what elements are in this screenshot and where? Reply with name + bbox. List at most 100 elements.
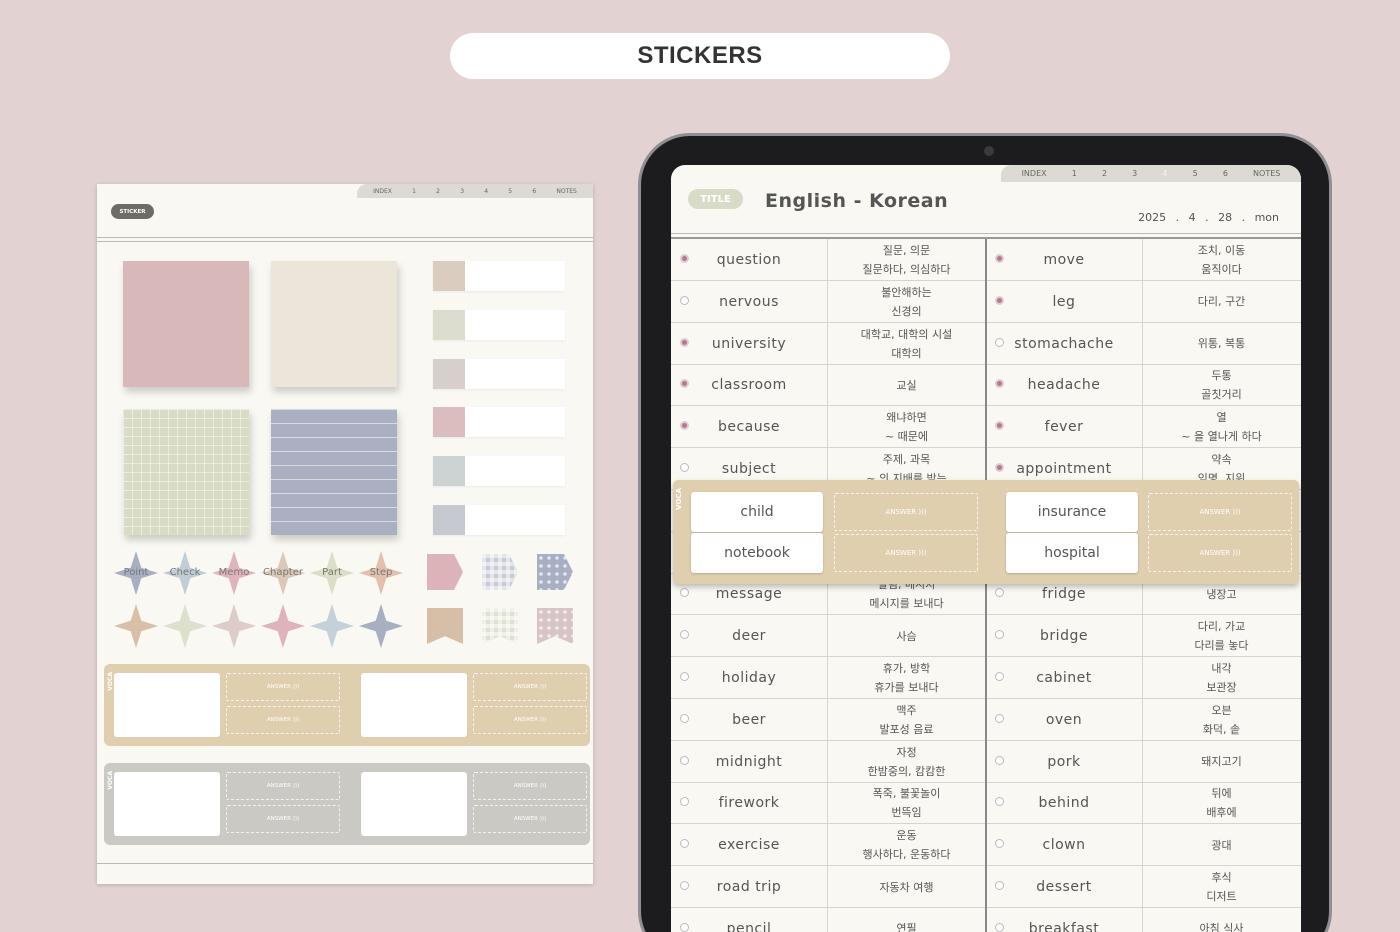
meaning-line: 메시지를 보내다 — [869, 597, 944, 611]
korean-meaning: 맥주 발포성 음료 — [827, 698, 985, 741]
voca-word-box[interactable]: insurance — [1006, 492, 1138, 532]
answer-slot[interactable]: ANSWER ))) — [226, 706, 340, 734]
bookmark-sticker[interactable] — [537, 608, 573, 644]
meaning-line: 위통, 복통 — [1197, 337, 1246, 351]
flag-tab[interactable] — [433, 261, 565, 291]
tab-5[interactable]: 5 — [1193, 169, 1198, 178]
meaning-line: 다리, 가교 — [1197, 620, 1246, 634]
tab-notes[interactable]: NOTES — [556, 188, 576, 195]
english-word: holiday — [721, 670, 777, 686]
english-word: firework — [718, 795, 780, 812]
meaning-line: 움직이다 — [1201, 263, 1242, 276]
korean-meaning: 뒤에 배후에 — [1142, 782, 1300, 825]
word-box[interactable] — [361, 772, 467, 836]
tab-1[interactable]: 1 — [1072, 169, 1077, 178]
answer-slot[interactable]: ANSWER ))) — [834, 493, 978, 531]
answer-slot[interactable]: ANSWER ))) — [473, 706, 587, 734]
flag-tab[interactable] — [433, 310, 565, 340]
voca-word-box[interactable]: child — [691, 492, 823, 532]
answer-label: ANSWER — [266, 684, 291, 690]
flag-tab[interactable] — [433, 359, 565, 389]
word-box[interactable] — [114, 772, 220, 836]
arrow-tag-sticker[interactable] — [537, 554, 573, 590]
tab-2[interactable]: 2 — [1102, 169, 1107, 178]
tab-index[interactable]: INDEX — [373, 188, 392, 195]
star-sticker[interactable] — [163, 604, 207, 648]
english-word: deer — [732, 628, 766, 645]
answer-slot[interactable]: ANSWER ))) — [1148, 493, 1292, 531]
voca-strip-grey[interactable]: VOCA ANSWER ))) ANSWER ))) ANSWER ))) AN… — [104, 763, 590, 845]
tab-6[interactable]: 6 — [532, 188, 536, 195]
tab-1[interactable]: 1 — [412, 188, 416, 195]
korean-meaning: 휴가, 방학 휴가를 보내다 — [827, 657, 985, 699]
meaning-line: 한밤중의, 캄캄한 — [867, 764, 946, 778]
tab-4[interactable]: 4 — [1162, 169, 1167, 178]
meaning-line: 행사하다, 운동하다 — [862, 848, 951, 862]
answer-slot[interactable]: ANSWER ))) — [473, 772, 587, 800]
bookmark-sticker[interactable] — [427, 608, 463, 644]
english-word: pork — [1047, 753, 1081, 770]
korean-meaning: 교실 — [827, 364, 985, 407]
tab-3[interactable]: 3 — [1132, 169, 1137, 178]
korean-meaning: 내각 보관장 — [1142, 657, 1300, 699]
voca-sticker-overlay[interactable]: VOCA child notebook ANSWER ))) ANSWER ))… — [673, 480, 1299, 584]
answer-slot[interactable]: ANSWER ))) — [1148, 534, 1292, 572]
meaning-line: 다리를 놓다 — [1194, 639, 1249, 653]
answer-slot[interactable]: ANSWER ))) — [226, 805, 340, 833]
tab-index[interactable]: INDEX — [1022, 169, 1047, 178]
korean-meaning: 두통 골칫거리 — [1142, 364, 1300, 407]
flag-tab[interactable] — [433, 407, 565, 437]
star-sticker[interactable] — [212, 604, 256, 648]
tab-2[interactable]: 2 — [436, 188, 440, 195]
meaning-line: 조치, 이동 — [1197, 244, 1246, 257]
sticker-sheet: INDEX 1 2 3 4 5 6 NOTES STICKER Point Ch… — [97, 184, 593, 884]
answer-slot[interactable]: ANSWER ))) — [226, 772, 340, 800]
meaning-line: 대학의 — [891, 346, 922, 360]
korean-meaning: 폭죽, 불꽃놀이 번뜩임 — [827, 782, 985, 825]
star-sticker[interactable] — [359, 604, 403, 648]
answer-slot[interactable]: ANSWER ))) — [473, 805, 587, 833]
meaning-line: 휴가를 보내다 — [874, 681, 939, 694]
sticky-note-grid[interactable] — [123, 409, 249, 535]
arrow-tag-sticker[interactable] — [482, 554, 518, 590]
flag-tab[interactable] — [433, 456, 565, 486]
voca-strip-tan[interactable]: VOCA ANSWER ))) ANSWER ))) ANSWER ))) AN… — [104, 664, 590, 746]
answer-label: ANSWER — [266, 783, 291, 789]
answer-slot[interactable]: ANSWER ))) — [834, 534, 978, 572]
meaning-line: 화덕, 솥 — [1202, 722, 1241, 736]
tab-6[interactable]: 6 — [1223, 169, 1228, 178]
date-text: 2025 . 4 . 28 . mon — [1138, 211, 1279, 224]
word-box[interactable] — [114, 673, 220, 737]
answer-slot[interactable]: ANSWER ))) — [226, 673, 340, 701]
tab-4[interactable]: 4 — [484, 188, 488, 195]
meaning-line: 연필 — [896, 922, 917, 932]
voca-word-box[interactable]: notebook — [691, 533, 823, 573]
title-badge: TITLE — [688, 189, 743, 209]
sticky-note-lined[interactable] — [271, 409, 397, 535]
bookmark-sticker[interactable] — [482, 608, 518, 644]
english-word: nervous — [719, 293, 779, 310]
korean-meaning: 오븐 화덕, 솥 — [1142, 698, 1300, 741]
korean-meaning: 자정 한밤중의, 캄캄한 — [827, 740, 985, 783]
tab-3[interactable]: 3 — [460, 188, 464, 195]
meaning-line: 냉장고 — [1206, 587, 1237, 601]
sticky-note-beige[interactable] — [271, 261, 397, 387]
korean-meaning: 광대 — [1142, 824, 1300, 867]
star-sticker[interactable] — [114, 604, 158, 648]
flag-tab[interactable] — [433, 505, 565, 535]
star-sticker[interactable] — [310, 604, 354, 648]
korean-meaning: 연필 — [827, 907, 985, 932]
sticky-note-pink[interactable] — [123, 261, 249, 387]
korean-meaning: 다리, 가교다리를 놓다 — [1142, 615, 1300, 658]
english-word: breakfast — [1028, 920, 1100, 932]
answer-slot[interactable]: ANSWER ))) — [473, 673, 587, 701]
tab-notes[interactable]: NOTES — [1253, 169, 1280, 178]
tablet-screen: INDEX 1 2 3 4 5 6 NOTES TITLE English - … — [671, 165, 1301, 932]
word-box[interactable] — [361, 673, 467, 737]
divider — [671, 233, 1301, 234]
star-sticker[interactable] — [261, 604, 305, 648]
tab-5[interactable]: 5 — [508, 188, 512, 195]
voca-word-box[interactable]: hospital — [1006, 533, 1138, 573]
english-word: stomachache — [1014, 335, 1114, 352]
arrow-tag-sticker[interactable] — [427, 554, 463, 590]
